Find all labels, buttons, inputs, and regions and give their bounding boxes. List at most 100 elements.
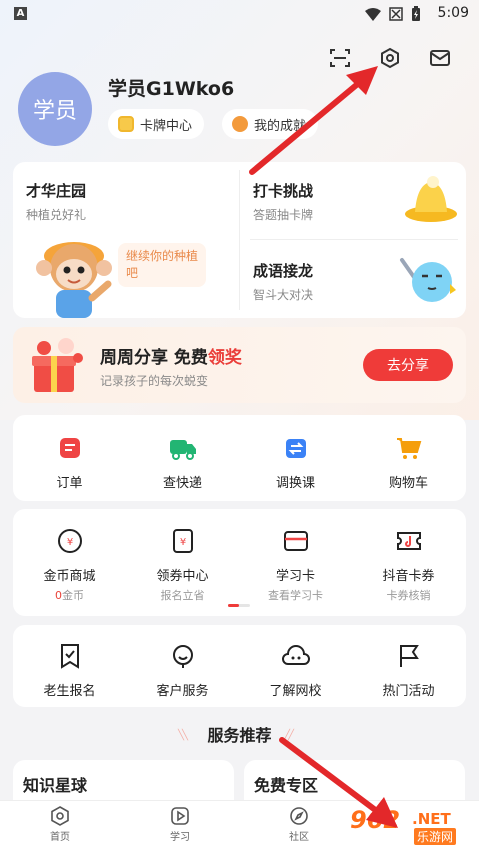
section-decoration: ╱╱ — [284, 730, 294, 741]
message-icon[interactable] — [426, 44, 454, 72]
garden-bubble: 继续你的种植吧 — [118, 243, 206, 287]
tab-home-label: 首页 — [50, 832, 70, 843]
study-card-icon — [282, 527, 310, 555]
username: 学员G1Wko6 — [108, 78, 235, 100]
tab-community[interactable]: 社区 — [259, 805, 339, 843]
checkin-title: 打卡挑战 — [253, 182, 314, 200]
order-label: 订单 — [56, 476, 83, 491]
section-title: 服务推荐 — [207, 726, 272, 745]
idiom-title: 成语接龙 — [253, 262, 314, 280]
svg-text:¥: ¥ — [179, 537, 185, 548]
truck-icon — [169, 434, 197, 462]
hot-activity-label: 热门活动 — [382, 684, 435, 699]
signal-off-icon — [389, 7, 403, 21]
settings-icon[interactable] — [376, 44, 404, 72]
share-title: 周周分享 免费领奖 — [100, 343, 242, 368]
tab-study-label: 学习 — [170, 832, 190, 843]
garden-title: 才华庄园 — [26, 182, 87, 200]
coin-icon: ¥ — [56, 527, 84, 555]
status-bar: A 5:09 — [0, 0, 479, 28]
checkin-entry[interactable]: 打卡挑战 答题抽卡牌 — [253, 180, 313, 223]
tab-study[interactable]: 学习 — [140, 805, 220, 843]
share-title-text: 周周分享 免费 — [100, 348, 208, 368]
study-card-button[interactable]: 学习卡 查看学习卡 — [239, 527, 352, 603]
scan-icon[interactable] — [326, 44, 354, 72]
returning-enroll-label: 老生报名 — [43, 684, 96, 699]
douyin-ticket-label: 抖音卡券 — [382, 569, 435, 584]
headset-icon — [169, 642, 197, 670]
achievement-label: 我的成就 — [254, 118, 307, 134]
calendar-swap-icon — [282, 434, 310, 462]
coupon-center-label: 领券中心 — [156, 569, 209, 584]
sword-mascot-icon — [400, 258, 456, 302]
divider — [250, 239, 458, 240]
watermark-site: 乐游网 — [414, 828, 457, 845]
garden-entry[interactable]: 才华庄园 种植兑好礼 — [26, 180, 86, 223]
coupon-center-sub: 报名立省 — [160, 589, 205, 602]
bottom-nav: 首页 学习 社区 — [0, 800, 479, 853]
switch-class-label: 调换课 — [275, 476, 315, 491]
about-school-button[interactable]: 了解网校 — [239, 642, 352, 699]
share-title-highlight: 领奖 — [207, 348, 242, 368]
coin-balance: 0金币 — [13, 587, 126, 603]
cart-label: 购物车 — [388, 476, 428, 491]
watermark-number: 962 — [350, 806, 401, 834]
gift-icon — [32, 338, 83, 392]
idiom-entry[interactable]: 成语接龙 智斗大对决 — [253, 260, 313, 303]
card-icon — [118, 116, 134, 132]
share-subtitle: 记录孩子的每次蜕变 — [100, 374, 209, 388]
status-icons — [365, 6, 421, 22]
switch-class-button[interactable]: 调换课 — [239, 434, 352, 491]
svg-text:¥: ¥ — [66, 537, 72, 548]
tab-home[interactable]: 首页 — [20, 805, 100, 843]
coupon-icon: ¥ — [169, 527, 197, 555]
study-card-label: 学习卡 — [275, 569, 315, 584]
track-delivery-button[interactable]: 查快递 — [126, 434, 239, 491]
tab-community-label: 社区 — [289, 832, 309, 843]
wifi-icon — [365, 7, 381, 21]
customer-service-label: 客户服务 — [156, 684, 209, 699]
cart-icon — [395, 434, 423, 462]
customer-service-button[interactable]: 客户服务 — [126, 642, 239, 699]
cart-button[interactable]: 购物车 — [352, 434, 465, 491]
card-center-button[interactable]: 卡牌中心 — [108, 109, 205, 139]
hat-icon — [405, 176, 457, 222]
flag-icon — [395, 642, 423, 670]
coin-mall-button[interactable]: ¥ 金币商城 0金币 — [13, 527, 126, 603]
coin-unit: 金币 — [62, 589, 84, 602]
battery-icon — [412, 6, 420, 21]
achievement-button[interactable]: 我的成就 — [222, 109, 319, 139]
returning-enroll-button[interactable]: 老生报名 — [13, 642, 126, 699]
share-button[interactable]: 去分享 — [363, 349, 453, 381]
play-icon — [169, 805, 191, 827]
bookmark-icon — [56, 642, 84, 670]
about-school-label: 了解网校 — [269, 684, 322, 699]
free-zone-title: 免费专区 — [254, 776, 319, 795]
douyin-ticket-sub: 卡券核销 — [386, 589, 431, 602]
study-card-sub: 查看学习卡 — [268, 589, 323, 602]
divider — [239, 170, 240, 310]
coupon-center-button[interactable]: ¥ 领券中心 报名立省 — [126, 527, 239, 603]
order-icon — [56, 434, 84, 462]
scroll-indicator-thumb — [228, 604, 239, 607]
status-time: 5:09 — [437, 5, 469, 21]
home-hex-icon — [49, 805, 71, 827]
douyin-ticket-button[interactable]: 抖音卡券 卡券核销 — [352, 527, 465, 603]
cloud-face-icon — [281, 642, 310, 670]
notification-a-icon: A — [14, 7, 27, 20]
avatar[interactable]: 学员 — [18, 72, 92, 146]
card-center-label: 卡牌中心 — [140, 118, 193, 134]
coin-mall-label: 金币商城 — [43, 569, 96, 584]
checkin-subtitle: 答题抽卡牌 — [253, 208, 314, 222]
medal-icon — [232, 116, 248, 132]
order-button[interactable]: 订单 — [13, 434, 126, 491]
compass-icon — [288, 805, 310, 827]
knowledge-planet-title: 知识星球 — [23, 776, 88, 795]
idiom-subtitle: 智斗大对决 — [253, 288, 314, 302]
douyin-ticket-icon — [395, 527, 423, 555]
watermark-net: .NET — [412, 810, 451, 828]
coin-count: 0 — [55, 589, 62, 602]
monkey-mascot-icon — [36, 242, 112, 318]
scroll-indicator — [228, 604, 250, 607]
hot-activity-button[interactable]: 热门活动 — [352, 642, 465, 699]
